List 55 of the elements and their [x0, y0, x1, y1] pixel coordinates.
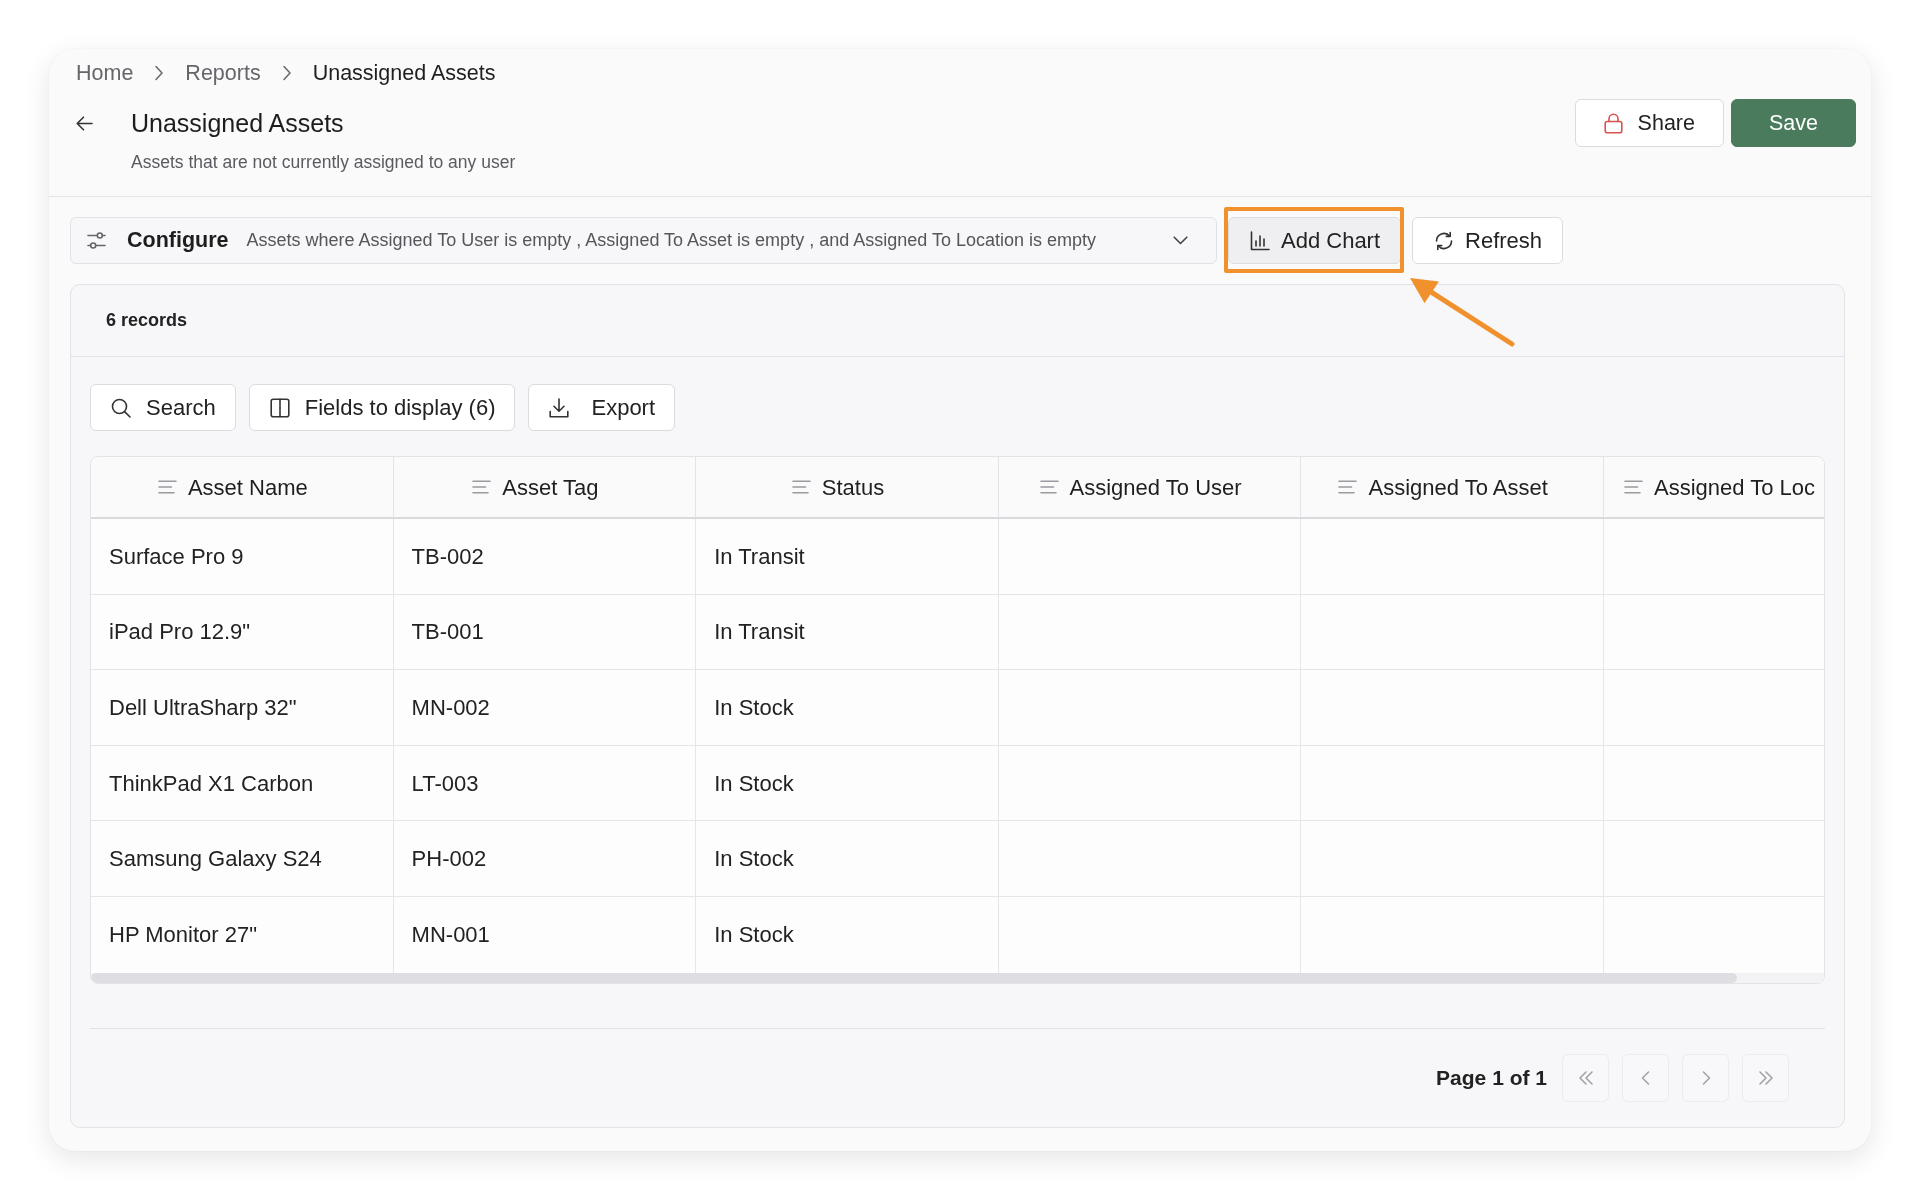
column-header[interactable]: Assigned To Asset [1301, 457, 1604, 519]
lines-icon [1039, 480, 1059, 494]
table-cell: TB-001 [393, 594, 697, 671]
column-header[interactable]: Asset Tag [393, 457, 697, 519]
column-header[interactable]: Assigned To Loc [1603, 457, 1824, 519]
breadcrumb-link[interactable]: Reports [185, 59, 261, 87]
page-title: Unassigned Assets [131, 108, 344, 138]
refresh-icon [1434, 230, 1455, 251]
double-chevron-right-icon [1757, 1070, 1774, 1085]
lines-icon [1623, 480, 1643, 494]
breadcrumb-current: Unassigned Assets [312, 60, 496, 87]
table-cell: Samsung Galaxy S24 [91, 821, 394, 897]
lines-icon [791, 480, 811, 494]
table-cell: In Transit [696, 594, 999, 671]
add-chart-button[interactable]: Add Chart [1228, 217, 1402, 264]
breadcrumb-link[interactable]: Home [76, 59, 134, 87]
fields-button[interactable]: Fields to display (6) [248, 384, 516, 431]
table-cell: MN-002 [393, 670, 697, 746]
page-indicator: Page 1 of 1 [1436, 1064, 1547, 1091]
table-cell: ThinkPad X1 Carbon [91, 745, 394, 822]
lines-icon [1338, 480, 1358, 494]
table-cell: Dell UltraSharp 32" [91, 670, 394, 746]
search-button[interactable]: Search [90, 384, 236, 431]
table-cell: In Stock [696, 821, 999, 897]
back-arrow-icon[interactable] [76, 115, 93, 131]
chevron-down-icon [1173, 236, 1188, 245]
table-cell: In Transit [696, 519, 999, 595]
filter-dropdown[interactable]: Configure Assets where Assigned To User is empty , Assigned To Asset is empty , and Assigned To Location is empty [70, 217, 1217, 264]
columns-icon [269, 397, 290, 418]
chevron-right-icon [281, 65, 292, 81]
bar-chart-icon [1250, 230, 1270, 251]
lines-icon [157, 480, 177, 494]
record-count: 6 records [106, 309, 188, 332]
page-subtitle: Assets that are not currently assigned to any user [131, 151, 516, 174]
table-cell: In Stock [696, 745, 999, 822]
download-icon [549, 397, 570, 418]
column-header[interactable]: Status [696, 457, 999, 519]
table-cell: In Stock [696, 670, 999, 746]
search-icon [111, 397, 131, 418]
table-cell: PH-002 [393, 821, 697, 897]
chevron-right-icon [154, 65, 165, 81]
export-button[interactable]: Export [528, 384, 676, 431]
table-cell: Surface Pro 9 [91, 519, 394, 595]
double-chevron-left-icon [1577, 1070, 1594, 1085]
table-cell: TB-002 [393, 519, 697, 595]
share-button[interactable]: Share [1574, 99, 1724, 147]
column-header[interactable]: Asset Name [91, 457, 394, 519]
table-cell: LT-003 [393, 745, 697, 822]
lock-icon [1603, 112, 1623, 134]
column-header[interactable]: Assigned To User [998, 457, 1302, 519]
refresh-button[interactable]: Refresh [1412, 217, 1564, 264]
save-button[interactable]: Save [1731, 99, 1856, 147]
table-cell: iPad Pro 12.9" [91, 594, 394, 671]
sliders-icon [87, 232, 106, 249]
lines-icon [472, 480, 492, 494]
